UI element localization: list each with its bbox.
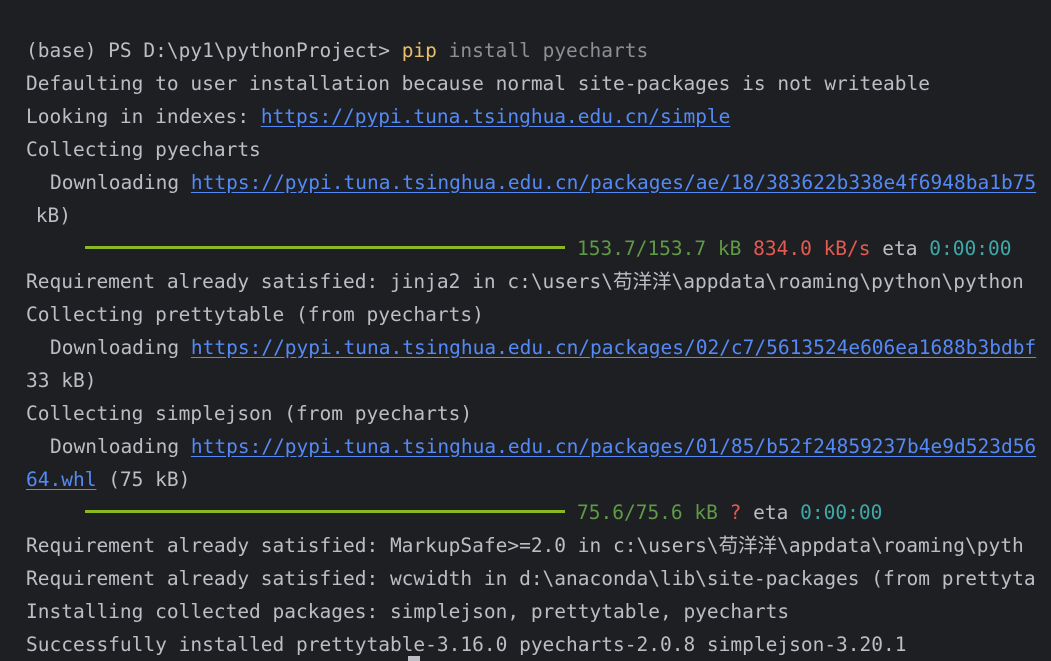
output-line: Requirement already satisfied: MarkupSaf…: [26, 534, 1024, 557]
index-label: Looking in indexes:: [26, 105, 261, 128]
progress-bar: [85, 510, 565, 513]
download-line: Downloading https://pypi.tuna.tsinghua.e…: [26, 331, 1036, 364]
output-line: Requirement already satisfied: wcwidth i…: [26, 567, 1036, 590]
text-cursor: [408, 656, 420, 661]
output-line: 33 kB): [26, 369, 97, 392]
progress-bar: [85, 246, 565, 249]
output-line: Collecting pyecharts: [26, 138, 261, 161]
output-line: 64.whl (75 kB): [26, 463, 190, 496]
output-line: Installing collected packages: simplejso…: [26, 600, 790, 623]
output-line: Successfully installed prettytable-3.16.…: [26, 633, 907, 656]
progress-speed: ?: [729, 501, 742, 524]
eta-value: 0:00:00: [800, 501, 883, 524]
terminal-window[interactable]: (base) PS D:\py1\pythonProject> pip inst…: [0, 0, 1051, 661]
output-line: Collecting prettytable (from pyecharts): [26, 303, 484, 326]
output-line: Requirement already satisfied: jinja2 in…: [26, 270, 1024, 293]
output-line: Defaulting to user installation because …: [26, 72, 930, 95]
file-size-text: (75 kB): [96, 468, 191, 491]
download-url-link[interactable]: https://pypi.tuna.tsinghua.edu.cn/packag…: [191, 435, 1036, 458]
command-args: install pyecharts: [436, 39, 649, 62]
download-label: Downloading: [50, 435, 191, 458]
index-url-link[interactable]: https://pypi.tuna.tsinghua.edu.cn/simple: [261, 105, 731, 128]
download-line: Downloading https://pypi.tuna.tsinghua.e…: [26, 166, 1036, 199]
progress-size: 75.6/75.6 kB: [577, 501, 718, 524]
progress-line: 75.6/75.6 kB ? eta 0:00:00: [85, 496, 882, 529]
output-line: kB): [24, 204, 71, 227]
download-url-link[interactable]: https://pypi.tuna.tsinghua.edu.cn/packag…: [191, 336, 1036, 359]
prompt-line: (base) PS D:\py1\pythonProject> pip inst…: [26, 34, 648, 67]
index-line: Looking in indexes: https://pypi.tuna.ts…: [26, 100, 730, 133]
eta-label: eta: [753, 501, 789, 524]
command-name: pip: [401, 39, 437, 62]
progress-size: 153.7/153.7 kB: [577, 237, 742, 260]
download-url-link[interactable]: https://pypi.tuna.tsinghua.edu.cn/packag…: [191, 171, 1036, 194]
download-label: Downloading: [50, 336, 191, 359]
download-label: Downloading: [50, 171, 191, 194]
download-line: Downloading https://pypi.tuna.tsinghua.e…: [26, 430, 1036, 463]
eta-value: 0:00:00: [929, 237, 1012, 260]
eta-label: eta: [882, 237, 918, 260]
progress-speed: 834.0 kB/s: [753, 237, 871, 260]
progress-line: 153.7/153.7 kB 834.0 kB/s eta 0:00:00: [85, 232, 1011, 265]
shell-prompt: (base) PS D:\py1\pythonProject>: [26, 39, 402, 62]
output-line: Collecting simplejson (from pyecharts): [26, 402, 473, 425]
download-url-link[interactable]: 64.whl: [26, 468, 96, 491]
